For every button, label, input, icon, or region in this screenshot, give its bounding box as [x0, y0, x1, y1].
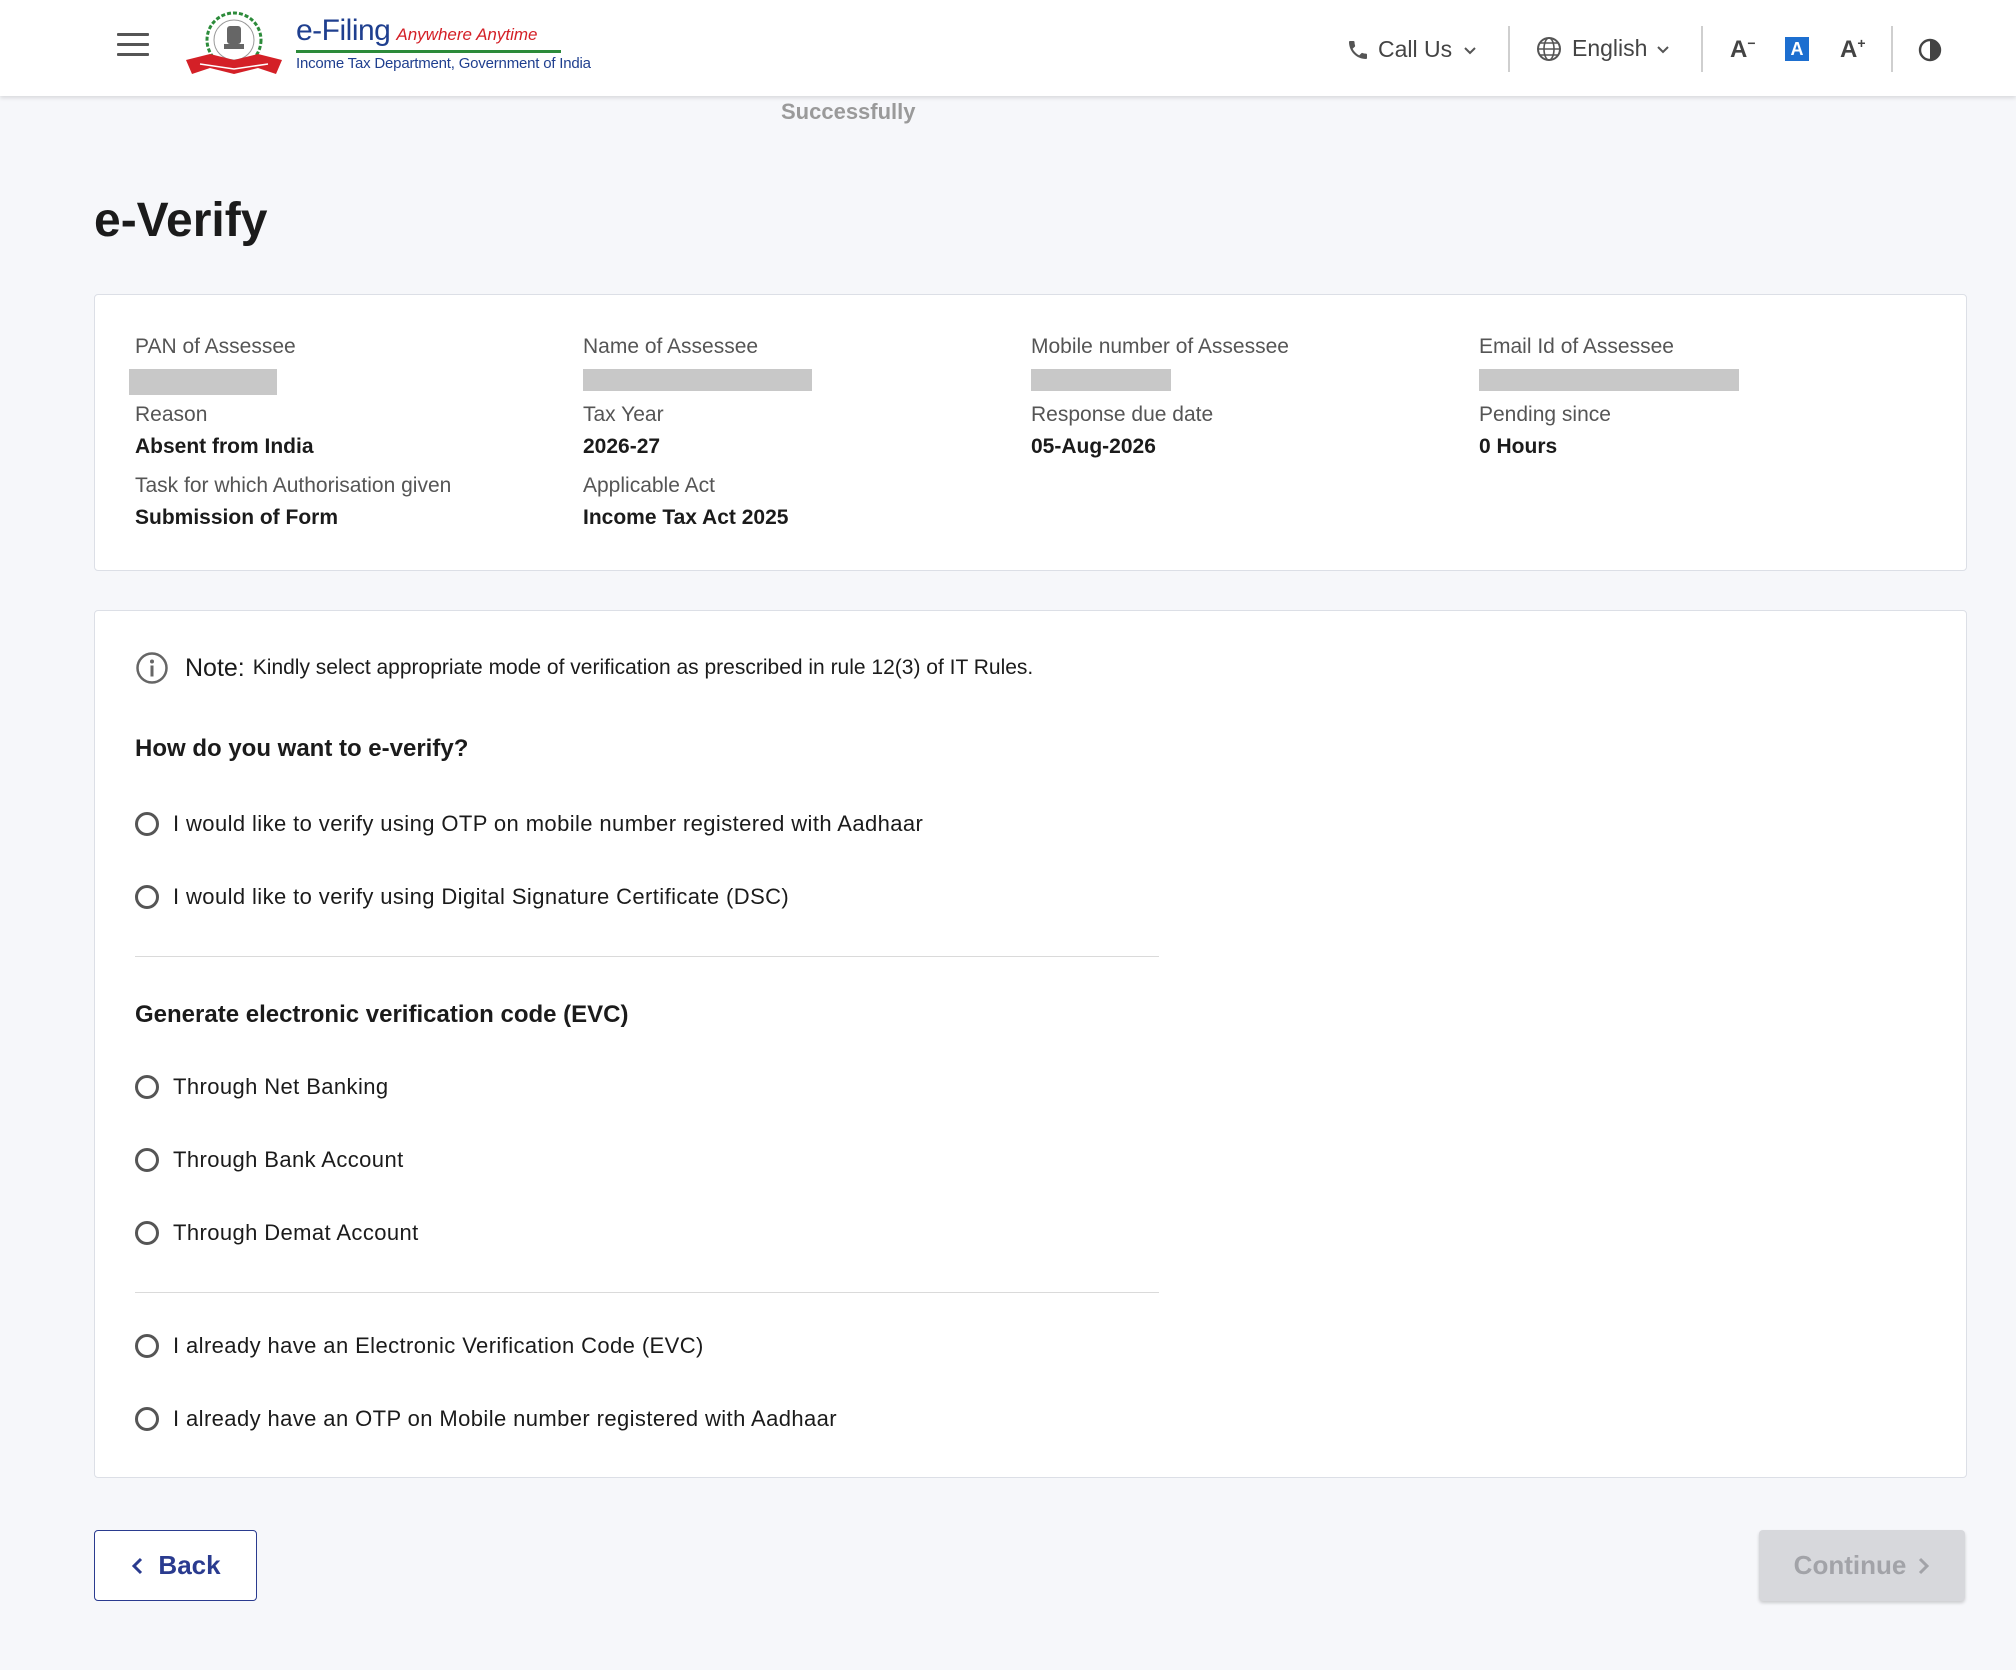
mobile-label: Mobile number of Assessee [1031, 335, 1289, 358]
header-divider [1891, 26, 1893, 72]
pending-since-label: Pending since [1479, 403, 1611, 426]
option-have-otp[interactable]: I already have an OTP on Mobile number r… [135, 1406, 837, 1432]
option-dsc[interactable]: I would like to verify using Digital Sig… [135, 884, 789, 910]
option-label: I already have an Electronic Verificatio… [173, 1333, 704, 1358]
back-button[interactable]: Back [94, 1530, 257, 1601]
call-us-label: Call Us [1378, 36, 1453, 62]
language-dropdown[interactable]: English [1536, 35, 1671, 62]
logo-subtitle: Income Tax Department, Government of Ind… [296, 55, 591, 72]
continue-label: Continue [1793, 1550, 1907, 1580]
applicable-act-value: Income Tax Act 2025 [583, 506, 789, 529]
mobile-field: Mobile number of Assessee [1031, 335, 1289, 391]
section-divider [135, 1292, 1159, 1293]
phone-icon [1349, 40, 1367, 59]
option-have-evc[interactable]: I already have an Electronic Verificatio… [135, 1333, 704, 1359]
section-divider [135, 956, 1159, 957]
radio-button[interactable] [135, 1334, 159, 1358]
option-bank-account[interactable]: Through Bank Account [135, 1147, 404, 1173]
font-decrease-label: A [1730, 36, 1748, 63]
font-decrease-button[interactable]: A− [1730, 35, 1756, 64]
hamburger-menu-icon[interactable] [117, 33, 149, 59]
option-label: I would like to verify using OTP on mobi… [173, 811, 924, 836]
option-label: Through Bank Account [173, 1147, 404, 1172]
email-label: Email Id of Assessee [1479, 335, 1674, 358]
efiling-logo[interactable]: e-Filing Anywhere Anytime Income Tax Depa… [296, 14, 591, 72]
font-increase-label: A [1840, 36, 1858, 63]
note-label: Note: [185, 653, 245, 682]
back-label: Back [158, 1550, 221, 1580]
chevron-down-icon [1464, 46, 1476, 54]
option-otp-aadhaar[interactable]: I would like to verify using OTP on mobi… [135, 811, 923, 837]
pan-label: PAN of Assessee [135, 335, 296, 358]
font-increase-button[interactable]: A+ [1840, 35, 1866, 64]
mobile-redacted [1031, 369, 1171, 391]
call-us-dropdown[interactable]: Call Us [1346, 36, 1478, 63]
font-default-button[interactable]: A [1785, 37, 1809, 61]
evc-section-title: Generate electronic verification code (E… [135, 1001, 629, 1028]
logo-title: e-Filing [296, 14, 391, 47]
pan-redacted [129, 369, 277, 395]
chevron-left-icon [132, 1557, 143, 1574]
language-label: English [1572, 35, 1648, 61]
task-field: Task for which Authorisation given Submi… [135, 474, 451, 530]
radio-button[interactable] [135, 1221, 159, 1245]
header-divider [1701, 26, 1703, 72]
continue-button[interactable]: Continue [1759, 1530, 1965, 1601]
globe-icon [1537, 36, 1561, 61]
name-redacted [583, 369, 812, 391]
email-redacted [1479, 369, 1739, 391]
reason-label: Reason [135, 403, 208, 426]
applicable-act-label: Applicable Act [583, 474, 715, 497]
assessee-info-card: PAN of Assessee Name of Assessee Mobile … [94, 294, 1967, 571]
tax-year-label: Tax Year [583, 403, 664, 426]
tax-year-field: Tax Year 2026-27 [583, 403, 664, 459]
applicable-act-field: Applicable Act Income Tax Act 2025 [583, 474, 788, 530]
option-label: Through Demat Account [173, 1220, 419, 1245]
task-label: Task for which Authorisation given [135, 474, 452, 497]
option-label: I would like to verify using Digital Sig… [173, 884, 790, 909]
option-label: Through Net Banking [173, 1074, 389, 1099]
due-date-label: Response due date [1031, 403, 1214, 426]
contrast-toggle-icon[interactable] [1918, 38, 1942, 62]
radio-button[interactable] [135, 1407, 159, 1431]
logo-underline [296, 50, 561, 53]
option-demat-account[interactable]: Through Demat Account [135, 1220, 419, 1246]
top-header: e-Filing Anywhere Anytime Income Tax Depa… [0, 0, 2016, 96]
due-date-value: 05-Aug-2026 [1031, 435, 1156, 458]
verification-options-card: Note: Kindly select appropriate mode of … [94, 610, 1967, 1478]
tax-year-value: 2026-27 [583, 435, 661, 458]
reason-field: Reason Absent from India [135, 403, 314, 459]
note: Note: Kindly select appropriate mode of … [135, 651, 1033, 685]
radio-button[interactable] [135, 1075, 159, 1099]
pending-since-value: 0 Hours [1479, 435, 1558, 458]
income-tax-emblem-logo [186, 11, 282, 74]
info-icon [136, 652, 168, 684]
page-title: e-Verify [94, 194, 268, 247]
name-label: Name of Assessee [583, 335, 759, 358]
chevron-right-icon [1919, 1557, 1930, 1574]
option-label: I already have an OTP on Mobile number r… [173, 1406, 837, 1431]
email-field: Email Id of Assessee [1479, 335, 1739, 391]
pending-since-field: Pending since 0 Hours [1479, 403, 1611, 459]
note-text: Kindly select appropriate mode of verifi… [252, 656, 1034, 679]
logo-tagline: Anywhere Anytime [396, 25, 538, 44]
everify-section-title: How do you want to e-verify? [135, 735, 469, 762]
radio-button[interactable] [135, 885, 159, 909]
name-field: Name of Assessee [583, 335, 812, 391]
due-date-field: Response due date 05-Aug-2026 [1031, 403, 1213, 459]
radio-button[interactable] [135, 1148, 159, 1172]
success-banner-text: Successfully [781, 99, 916, 124]
pan-field: PAN of Assessee [129, 335, 296, 395]
option-net-banking[interactable]: Through Net Banking [135, 1074, 389, 1100]
header-divider [1508, 26, 1510, 72]
reason-value: Absent from India [135, 435, 314, 458]
task-value: Submission of Form [135, 506, 339, 529]
chevron-down-icon [1657, 45, 1670, 53]
radio-button[interactable] [135, 812, 159, 836]
